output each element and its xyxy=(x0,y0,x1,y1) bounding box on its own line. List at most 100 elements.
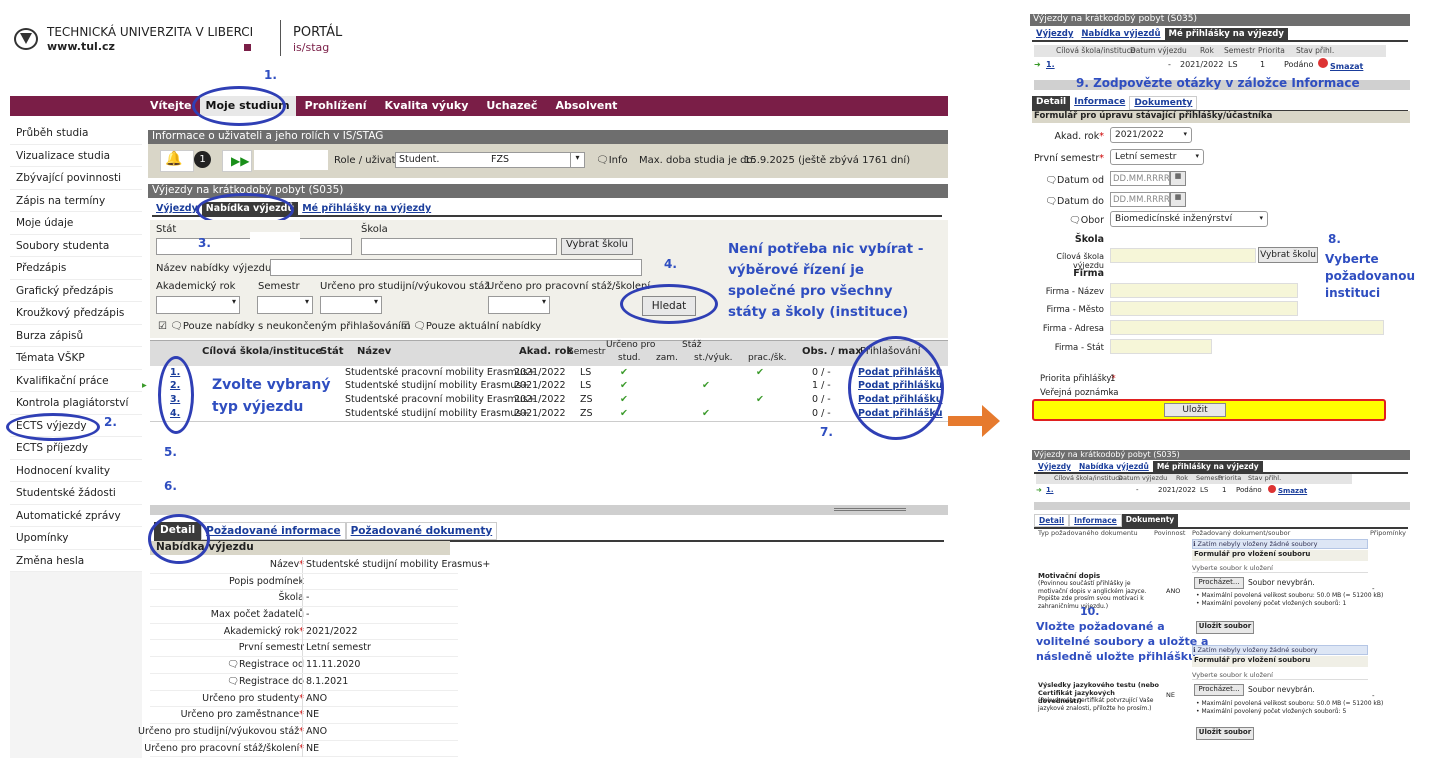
checkbox-2[interactable]: ☑ 🗨Pouze aktuální nabídky xyxy=(401,321,541,332)
splitter[interactable] xyxy=(150,505,948,515)
r1-vybrat-button[interactable]: Vybrat školu xyxy=(1258,247,1318,263)
r2-tab-me[interactable]: Mé přihlášky na výjezdy xyxy=(1152,461,1263,472)
r1-firma-heading: Firma xyxy=(1073,268,1104,279)
doc2-dash: - xyxy=(1372,692,1375,700)
r2-tab-detail[interactable]: Detail xyxy=(1034,514,1070,527)
r1-f3-input[interactable] xyxy=(1110,320,1384,335)
r1-akad-select[interactable]: 2021/2022 ▾ xyxy=(1110,127,1192,143)
r2-row-number[interactable]: 1. xyxy=(1046,486,1054,494)
r1-cil-input[interactable] xyxy=(1110,248,1256,263)
check-icon: ✔ xyxy=(756,394,764,405)
doc2-desc: (Pokud máte certifikát potvrzující Vaše … xyxy=(1038,697,1154,712)
r1-f4-input[interactable] xyxy=(1110,339,1212,354)
university-web[interactable]: www.tul.cz xyxy=(47,40,115,53)
th-cilova[interactable]: Cílová škola/instituce xyxy=(202,346,322,357)
r1-row-number[interactable]: 1. xyxy=(1046,60,1055,69)
r2-browse-1[interactable]: Procházet... xyxy=(1194,577,1244,589)
r2-tab-vyjezdy[interactable]: Výjezdy xyxy=(1034,461,1075,472)
detail-row: Název* Studentské studijní mobility Erasm… xyxy=(150,557,490,574)
r2-browse-2[interactable]: Procházet... xyxy=(1194,684,1244,696)
sidebar-item[interactable]: Burza zápisů xyxy=(10,325,142,347)
sidebar-item[interactable]: Automatické zprávy xyxy=(10,505,142,527)
tab-pozadovane-informace[interactable]: Požadované informace xyxy=(201,522,346,540)
tab-vyjezdy[interactable]: Výjezdy xyxy=(152,202,202,215)
semestr-select[interactable]: ▾ xyxy=(257,296,313,314)
nav-uchazec[interactable]: Uchazeč xyxy=(477,96,547,116)
sidebar-item[interactable]: Kvalifikační práce xyxy=(10,370,142,392)
doc2-req: NE xyxy=(1166,691,1175,699)
sidebar-item[interactable]: Průběh studia xyxy=(10,122,142,145)
r2-save-2[interactable]: Uložit soubor xyxy=(1196,727,1254,740)
tul-logo-icon[interactable] xyxy=(14,28,38,50)
row-obs: 0 / - xyxy=(812,408,831,419)
vybrat-skolu-button[interactable]: Vybrat školu xyxy=(561,238,633,255)
r2-pri: 1 xyxy=(1222,486,1227,494)
r1-tab-vyjezdy[interactable]: Výjezdy xyxy=(1032,28,1077,40)
r1-tab-dokumenty[interactable]: Dokumenty xyxy=(1129,96,1198,110)
r1-smazat-link[interactable]: Smazat xyxy=(1330,62,1363,71)
sidebar-item[interactable]: Hodnocení kvality xyxy=(10,460,142,482)
r1-tab-detail[interactable]: Detail xyxy=(1032,96,1071,110)
annotation-ring-4 xyxy=(620,284,718,324)
urceno-prac-select[interactable]: ▾ xyxy=(488,296,550,314)
nazev-label: Název nabídky výjezdu xyxy=(156,263,272,274)
tab-me-prihlasky[interactable]: Mé přihlášky na výjezdy xyxy=(298,202,435,215)
checkbox-1[interactable]: ☑ 🗨Pouze nabídky s neukončeným přihlašov… xyxy=(158,321,411,332)
calendar-icon[interactable]: ▦ xyxy=(1170,192,1186,207)
rok-select[interactable]: ▾ xyxy=(156,296,240,314)
sidebar-item[interactable]: Upomínky xyxy=(10,527,142,550)
nav-prohlizeni[interactable]: Prohlížení xyxy=(295,96,376,116)
r1-tab-nabidka[interactable]: Nabídka výjezdů xyxy=(1077,28,1164,40)
sidebar-item[interactable]: Zápis na termíny xyxy=(10,190,142,212)
th-stat[interactable]: Stát xyxy=(320,346,344,357)
sidebar-item[interactable]: Kroužkový předzápis xyxy=(10,302,142,325)
sidebar-item[interactable]: Zbývající povinnosti xyxy=(10,167,142,190)
th-obs[interactable]: Obs. / max xyxy=(802,346,862,357)
urceno-stud-select[interactable]: ▾ xyxy=(320,296,382,314)
tab-pozadovane-dokumenty[interactable]: Požadované dokumenty xyxy=(345,522,498,540)
skola-input[interactable] xyxy=(361,238,557,255)
r2-tab-informace[interactable]: Informace xyxy=(1069,514,1122,527)
r1-f1-input[interactable] xyxy=(1110,283,1298,298)
r1-sem-select[interactable]: Letní semestr ▾ xyxy=(1110,149,1204,165)
detail-label: Akademický rok* xyxy=(223,625,304,637)
sidebar-item[interactable]: Změna hesla xyxy=(10,550,142,572)
r1-tab-informace[interactable]: Informace xyxy=(1070,96,1129,110)
urceno-prac-label: Určeno pro pracovní stáž/školení xyxy=(487,281,651,292)
r2-tab-nabidka[interactable]: Nabídka výjezdů xyxy=(1075,461,1153,472)
r1-f2-input[interactable] xyxy=(1110,301,1298,316)
th-rok[interactable]: Akad. rok xyxy=(519,346,573,357)
r1-header: Cílová škola/instituce Datum výjezdu Rok Se… xyxy=(1034,45,1386,57)
role-select[interactable]: Student. FZS ▾ xyxy=(395,152,585,168)
r2-smazat-link[interactable]: Smazat xyxy=(1278,487,1307,495)
detail-value: NE xyxy=(302,740,322,757)
r1-ulozit-button[interactable]: Uložit xyxy=(1164,403,1226,417)
sidebar-item[interactable]: Vizualizace studia xyxy=(10,145,142,167)
th-urceno: Určeno pro xyxy=(606,340,656,350)
info-link[interactable]: 🗨Info xyxy=(596,155,628,166)
r1-tab-me[interactable]: Mé přihlášky na výjezdy xyxy=(1164,28,1288,40)
th-semestr[interactable]: Semestr xyxy=(568,347,605,357)
r1-pozn-label: Veřejná poznámka xyxy=(1040,388,1119,398)
nazev-input[interactable] xyxy=(270,259,642,276)
r2-tab-dokumenty[interactable]: Dokumenty xyxy=(1121,514,1179,527)
r1-od-input[interactable]: DD.MM.RRRR xyxy=(1110,171,1170,186)
detail-label: Určeno pro zaměstnance* xyxy=(180,709,304,721)
sidebar-item[interactable]: Témata VŠKP xyxy=(10,347,142,370)
sidebar-item[interactable]: Kontrola plagiátorství xyxy=(10,392,142,415)
sidebar-item[interactable]: Soubory studenta xyxy=(10,235,142,257)
r1-obor-select[interactable]: Biomedicínské inženýrství ▾ xyxy=(1110,211,1268,227)
alarm-icon[interactable]: 🔔 xyxy=(160,150,194,172)
sidebar-item[interactable]: Studentské žádosti xyxy=(10,482,142,505)
nav-kvalita[interactable]: Kvalita výuky xyxy=(375,96,478,116)
play-icon[interactable]: ▶▶ xyxy=(222,150,252,172)
th-nazev[interactable]: Název xyxy=(357,346,391,357)
calendar-icon[interactable]: ▦ xyxy=(1170,171,1186,186)
r1-do-input[interactable]: DD.MM.RRRR xyxy=(1110,192,1170,207)
sidebar-item[interactable]: Předzápis xyxy=(10,257,142,280)
row-year: 2021/2022 xyxy=(514,367,566,378)
nav-absolvent[interactable]: Absolvent xyxy=(546,96,627,116)
sidebar-item[interactable]: Grafický předzápis xyxy=(10,280,142,302)
sidebar-item[interactable]: Moje údaje xyxy=(10,212,142,235)
sidebar-item[interactable]: ECTS příjezdy xyxy=(10,437,142,460)
